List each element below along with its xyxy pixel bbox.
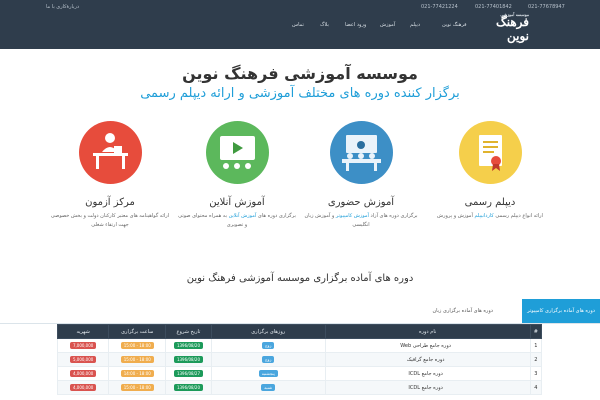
price-badge: 5,000,000 <box>69 356 97 363</box>
feature-text: برگزاری دوره های آموزش آنلاین به همراه م… <box>178 213 296 228</box>
row-num: 1 <box>529 338 543 353</box>
row-num: 2 <box>529 352 543 367</box>
course-name[interactable]: دوره جامع طراحی Web <box>324 338 531 353</box>
menu-item-login[interactable]: ورود اعضا <box>345 22 366 34</box>
col-start-date: تاریخ شروع <box>165 324 212 339</box>
feature-title: آموزش حضوری <box>327 197 395 208</box>
table-row[interactable]: 1 دوره جامع طراحی Web زوج 1396/08/20 18:… <box>56 338 543 353</box>
days-badge: پنجشنبه <box>258 370 278 377</box>
days-cell: زوج <box>210 338 326 353</box>
tab-computer-courses[interactable]: دوره های آماده برگزاری کامپیوتر <box>522 299 600 324</box>
days-badge: زوج <box>261 356 275 363</box>
col-time: ساعت برگزاری <box>108 324 167 339</box>
price-badge: 4,000,000 <box>69 370 97 377</box>
page-title: موسسه آموزشی فرهنگ نوین <box>182 64 418 83</box>
row-num: 3 <box>529 366 543 381</box>
course-tabs: دوره های آماده برگزاری کامپیوتر دوره های… <box>0 299 600 324</box>
course-name[interactable]: دوره جامع ICDL <box>324 380 531 395</box>
price-cell: 7,000,000 <box>56 338 110 353</box>
courses-section-title: دوره های آماده برگزاری موسسه آموزشی فرهن… <box>186 273 414 284</box>
menu-item-diploma[interactable]: دیپلم <box>410 22 420 34</box>
days-cell: زوج <box>210 352 326 367</box>
date-cell: 1396/08/20 <box>165 380 212 395</box>
feature-text: ارائه انواع دیپلم رسمی کاردانیپلم آموزش … <box>437 213 543 219</box>
time-cell: 18:00 - 15:00 <box>108 380 167 395</box>
days-badge: زوج <box>261 342 275 349</box>
time-badge: 18:00 - 15:00 <box>120 356 154 363</box>
feature-in-person[interactable]: آموزش حضوری برگزاری دوره های آزاد آموزش … <box>301 121 421 230</box>
time-cell: 18:00 - 15:00 <box>108 352 167 367</box>
time-badge: 18:00 - 15:00 <box>120 384 154 391</box>
course-name[interactable]: دوره جامع گرافیک <box>324 352 531 367</box>
phone-2[interactable]: 021-77401842 <box>475 4 512 10</box>
tab-language-courses[interactable]: دوره های آماده برگزاری زبان <box>427 299 498 324</box>
classroom-icon <box>329 121 393 184</box>
price-cell: 4,000,000 <box>56 380 110 395</box>
days-cell: پنجشنبه <box>210 366 326 381</box>
about-link[interactable]: دربارهٔ‌‌کاری با ما <box>46 4 79 10</box>
days-badge: شنبه <box>261 384 276 391</box>
date-cell: 1396/08/20 <box>165 352 212 367</box>
site-logo[interactable]: موسسه آموزشی فرهنگ نوین <box>483 12 529 43</box>
price-cell: 4,000,000 <box>56 366 110 381</box>
phone-3[interactable]: 021-77421224 <box>421 4 458 10</box>
time-badge: 18:00 - 14:00 <box>120 370 154 377</box>
col-days: روزهای برگزاری <box>210 324 326 339</box>
feature-title: آموزش آنلاین <box>209 197 265 208</box>
row-num: 4 <box>529 380 543 395</box>
feature-exam-center[interactable]: مرکز آزمون ارائه گواهینامه های معتبر کار… <box>50 121 170 230</box>
price-badge: 4,000,000 <box>69 384 97 391</box>
date-cell: 1396/08/27 <box>165 366 212 381</box>
table-row[interactable]: 4 دوره جامع ICDL شنبه 1396/08/20 18:00 -… <box>56 380 543 395</box>
menu-item-blog[interactable]: بلاگ <box>320 22 329 34</box>
table-header-row: # نام دوره روزهای برگزاری تاریخ شروع ساع… <box>56 324 543 339</box>
date-badge: 1396/08/20 <box>173 342 204 349</box>
table-row[interactable]: 3 دوره جامع ICDL پنجشنبه 1396/08/27 18:0… <box>56 366 543 381</box>
certificate-icon <box>458 121 522 184</box>
menu-item-education[interactable]: آموزش <box>380 22 395 34</box>
col-num: # <box>529 324 543 339</box>
logo-text: فرهنگ نوین <box>495 15 529 43</box>
col-price: شهریه <box>56 324 110 339</box>
date-badge: 1396/08/27 <box>173 370 204 377</box>
course-name[interactable]: دوره جامع ICDL <box>324 366 531 381</box>
menu-item-contact[interactable]: تماس <box>292 22 304 34</box>
days-cell: شنبه <box>210 380 326 395</box>
exam-desk-icon <box>78 121 142 184</box>
feature-text: برگزاری دوره های آزاد آموزش کامپیوتر و آ… <box>304 213 418 228</box>
time-cell: 18:00 - 15:00 <box>108 338 167 353</box>
price-cell: 5,000,000 <box>56 352 110 367</box>
feature-title: مرکز آزمون <box>85 197 135 208</box>
logo-tagline: موسسه آموزشی <box>500 12 529 17</box>
time-cell: 18:00 - 14:00 <box>108 366 167 381</box>
menu-item-farhang[interactable]: فرهنگ نوین <box>442 22 467 34</box>
feature-text: ارائه گواهینامه های معتبر کارکنان دولت و… <box>50 213 170 228</box>
feature-title: دیپلم رسمی <box>464 197 516 208</box>
date-badge: 1396/08/20 <box>173 356 204 363</box>
date-badge: 1396/08/20 <box>173 384 204 391</box>
date-cell: 1396/08/20 <box>165 338 212 353</box>
feature-diploma[interactable]: دیپلم رسمی ارائه انواع دیپلم رسمی کاردان… <box>430 121 550 221</box>
page-subtitle: برگزار کننده دوره های مختلف آموزشی و ارا… <box>140 86 460 101</box>
navbar: 021-77678947 021-77401842 021-77421224 د… <box>0 0 600 49</box>
col-course-name: نام دوره <box>324 324 531 339</box>
courses-table: # نام دوره روزهای برگزاری تاریخ شروع ساع… <box>56 324 543 395</box>
price-badge: 7,000,000 <box>69 342 97 349</box>
phone-1[interactable]: 021-77678947 <box>528 4 565 10</box>
time-badge: 18:00 - 15:00 <box>120 342 154 349</box>
table-row[interactable]: 2 دوره جامع گرافیک زوج 1396/08/20 18:00 … <box>56 352 543 367</box>
feature-online[interactable]: آموزش آنلاین برگزاری دوره های آموزش آنلا… <box>177 121 297 230</box>
video-lesson-icon <box>205 121 269 184</box>
